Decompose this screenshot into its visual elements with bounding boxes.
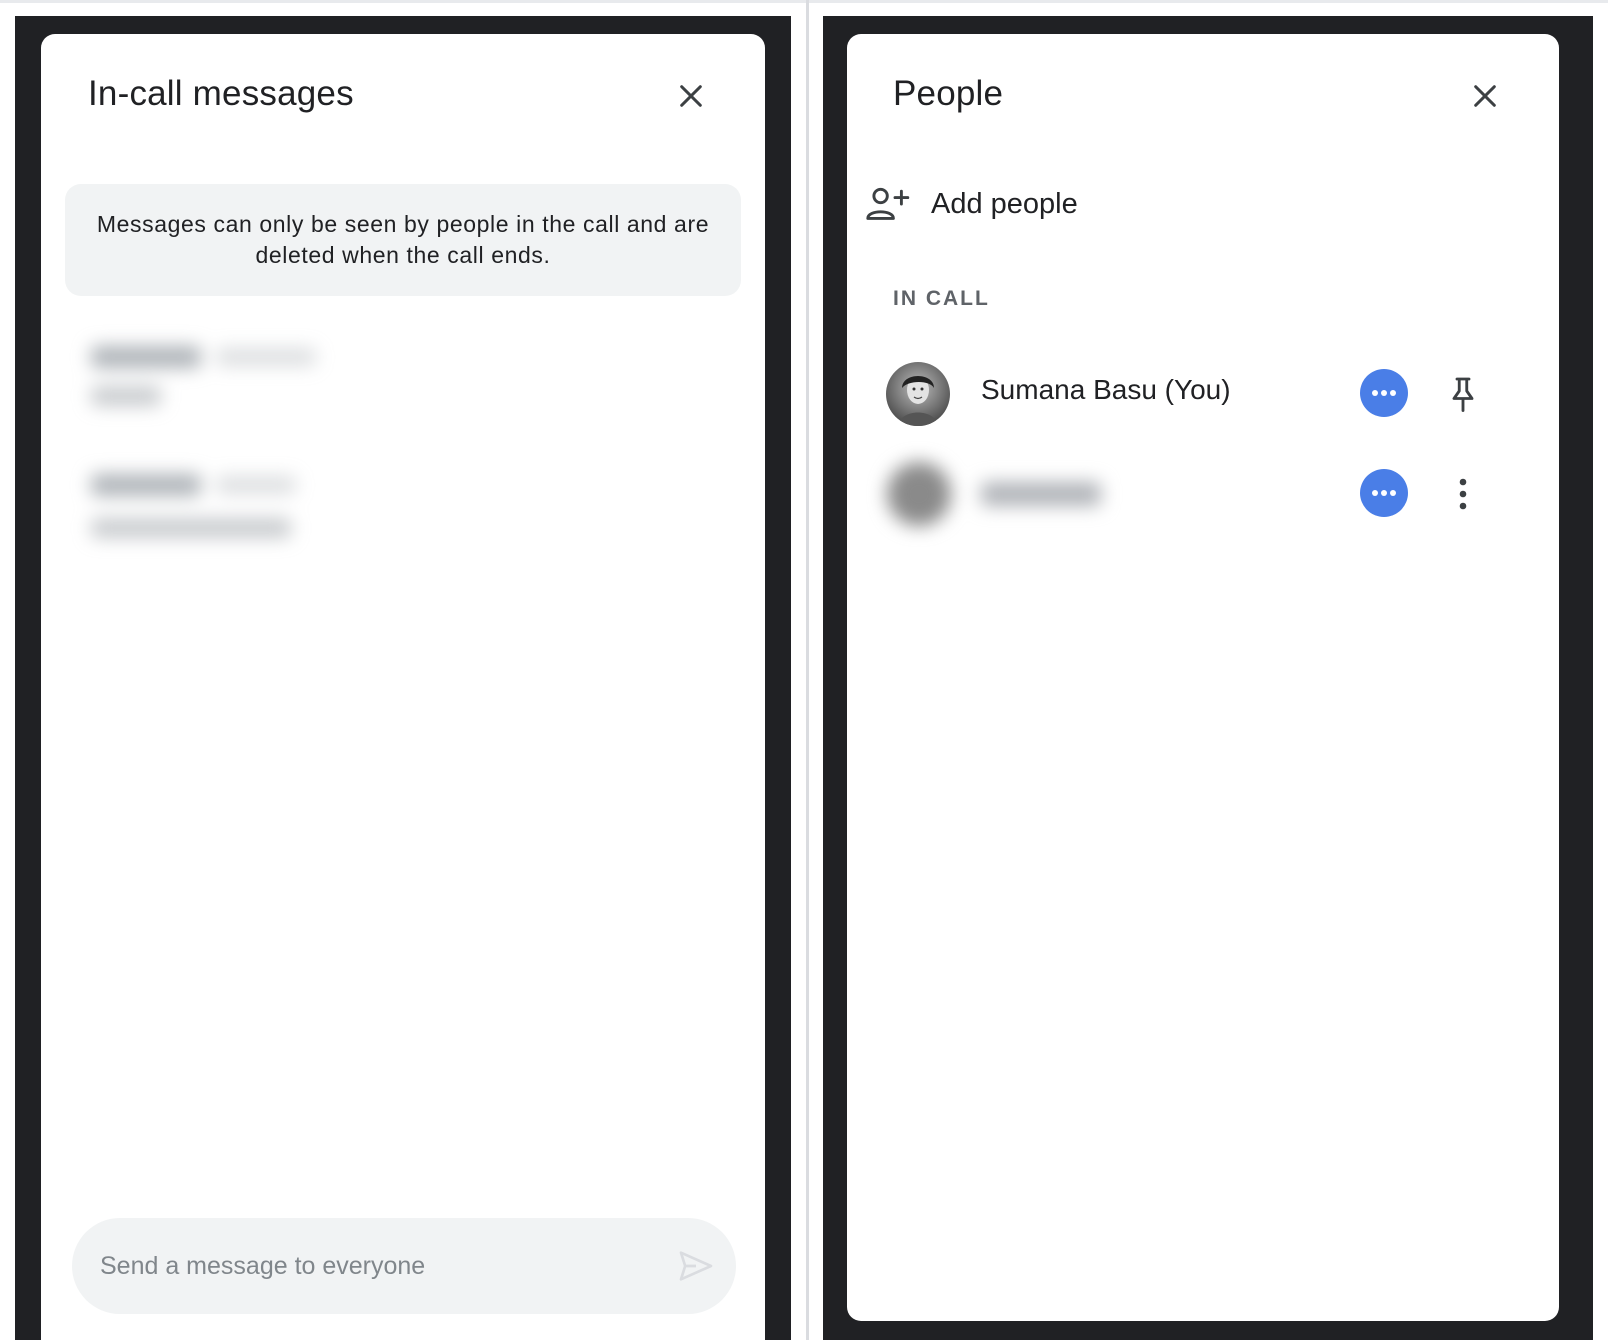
pin-button[interactable] (1437, 368, 1489, 420)
close-icon (1474, 85, 1496, 107)
people-panel-title: People (893, 74, 1004, 113)
panel-divider (806, 0, 809, 1340)
chat-privacy-notice: Messages can only be seen by people in t… (65, 184, 741, 296)
participant-row[interactable]: Sumana Basu (You) (847, 354, 1559, 434)
chat-panel: In-call messages Messages can only be se… (41, 34, 765, 1340)
more-horizontal-icon (1372, 390, 1396, 396)
more-horizontal-icon (1372, 490, 1396, 496)
top-border (0, 0, 1608, 3)
participant-row[interactable] (847, 454, 1559, 534)
message-input[interactable] (100, 1240, 640, 1292)
chat-panel-title: In-call messages (88, 74, 354, 113)
person-add-icon (866, 187, 910, 220)
people-panel: People Add people IN CALL Sumana Basu (Y… (847, 34, 1559, 1321)
close-people-button[interactable] (1461, 72, 1509, 120)
in-call-section-label: IN CALL (893, 287, 990, 310)
blurred-message (81, 462, 341, 562)
more-vert-icon (1459, 478, 1467, 510)
blurred-message (81, 334, 341, 424)
blurred-participant-info (877, 454, 1117, 534)
send-icon (679, 1251, 713, 1281)
avatar (886, 362, 950, 426)
participant-options-button[interactable] (1360, 369, 1408, 417)
send-button[interactable] (672, 1242, 720, 1290)
participant-name: Sumana Basu (You) (981, 374, 1231, 405)
add-people-label: Add people (931, 187, 1078, 220)
add-people-button[interactable]: Add people (863, 174, 1078, 234)
participant-options-button[interactable] (1360, 469, 1408, 517)
close-chat-button[interactable] (667, 72, 715, 120)
message-composer (72, 1218, 736, 1314)
more-options-button[interactable] (1437, 468, 1489, 520)
close-icon (680, 85, 702, 107)
pin-icon (1452, 377, 1474, 412)
